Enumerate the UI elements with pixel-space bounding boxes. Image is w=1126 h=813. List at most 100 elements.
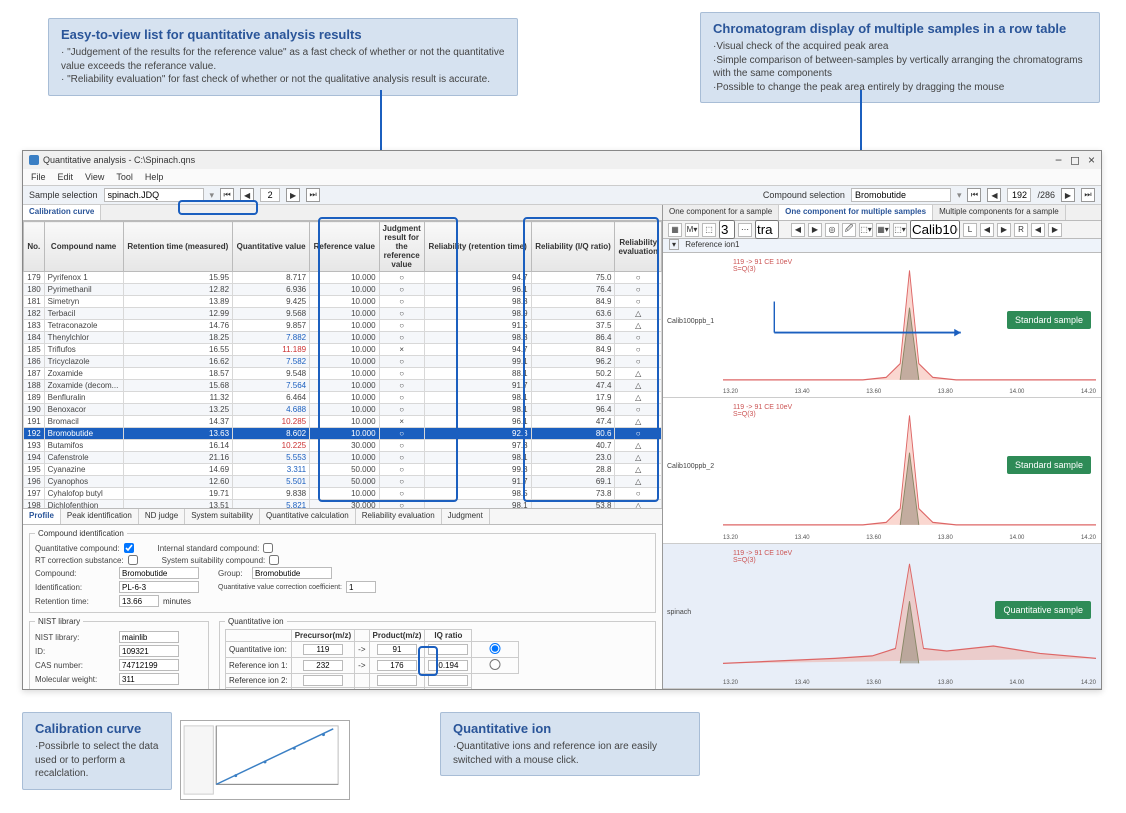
tool-button[interactable]: ▦▾: [876, 223, 890, 237]
lower-tab[interactable]: Reliability evaluation: [356, 509, 442, 524]
column-header[interactable]: No.: [24, 222, 45, 272]
maximize-button[interactable]: ◻: [1070, 153, 1080, 167]
qi-input[interactable]: [377, 644, 417, 655]
tool-button[interactable]: ◎: [825, 223, 839, 237]
nist-lib-input[interactable]: [119, 631, 179, 643]
table-row[interactable]: 188Zoxamide (decom...15.687.56410.000○91…: [24, 380, 662, 392]
table-row[interactable]: 192Bromobutide13.638.60210.000○92.380.6○: [24, 428, 662, 440]
table-row[interactable]: 195Cyanazine14.693.31150.000○99.328.8△: [24, 464, 662, 476]
menu-view[interactable]: View: [85, 172, 104, 182]
column-header[interactable]: Reference value: [310, 222, 379, 272]
cmpd-page-input[interactable]: [1007, 188, 1031, 202]
chrom-cell-2[interactable]: 119 -> 91 CE 10eVS=Q(3) Calib100ppb_2 St…: [663, 398, 1101, 543]
table-row[interactable]: 193Butamifos16.1410.22530.000○97.340.7△: [24, 440, 662, 452]
chrom-cell-1[interactable]: 119 -> 91 CE 10eVS=Q(3) Calib100ppb_1 St…: [663, 253, 1101, 398]
qi-input[interactable]: [303, 675, 343, 686]
group-input[interactable]: [252, 567, 332, 579]
qi-input[interactable]: [428, 644, 468, 655]
identification-input[interactable]: [119, 581, 199, 593]
qi-input[interactable]: [377, 675, 417, 686]
column-header[interactable]: Reliability (retention time): [424, 222, 531, 272]
tool-button[interactable]: ⬚: [702, 223, 716, 237]
column-header[interactable]: Reliability (I/Q ratio): [531, 222, 615, 272]
table-row[interactable]: 187Zoxamide18.579.54810.000○88.150.2△: [24, 368, 662, 380]
page-input[interactable]: [260, 188, 280, 202]
right-tab[interactable]: One component for a sample: [663, 205, 779, 220]
table-row[interactable]: 190Benoxacor13.254.68810.000○98.196.4○: [24, 404, 662, 416]
nav-first-button[interactable]: ⏮: [220, 188, 234, 202]
column-header[interactable]: Compound name: [44, 222, 123, 272]
cmpd-nav-next-button[interactable]: ▶: [1061, 188, 1075, 202]
qi-radio[interactable]: [475, 659, 515, 670]
zoom-input[interactable]: [755, 220, 779, 239]
retention-time-input[interactable]: [119, 595, 159, 607]
qi-radio[interactable]: [475, 643, 515, 654]
internal-std-checkbox[interactable]: [263, 543, 273, 553]
sample-selection-input[interactable]: [104, 188, 204, 202]
table-row[interactable]: 183Tetraconazole14.769.85710.000○91.537.…: [24, 320, 662, 332]
qi-input[interactable]: [303, 660, 343, 671]
collapse-icon[interactable]: ▾: [669, 239, 679, 250]
lower-tab[interactable]: Judgment: [442, 509, 490, 524]
tab-calibration-curve[interactable]: Calibration curve: [23, 205, 101, 220]
compound-input[interactable]: [119, 567, 199, 579]
nav-next-button[interactable]: ▶: [997, 223, 1011, 237]
qvcf-input[interactable]: [346, 581, 376, 593]
qi-input[interactable]: [428, 660, 468, 671]
nav-button[interactable]: ◀: [791, 223, 805, 237]
cmpd-nav-first-button[interactable]: ⏮: [967, 188, 981, 202]
right-tab[interactable]: Multiple components for a sample: [933, 205, 1066, 220]
results-grid-scroll[interactable]: No.Compound nameRetention time (measured…: [23, 221, 662, 508]
menu-file[interactable]: File: [31, 172, 46, 182]
table-row[interactable]: 197Cyhalofop butyl19.719.83810.000○98.57…: [24, 488, 662, 500]
nav-button[interactable]: ▶: [808, 223, 822, 237]
right-tab[interactable]: One component for multiple samples: [779, 205, 933, 220]
sys-suit-checkbox[interactable]: [269, 555, 279, 565]
qi-input[interactable]: [428, 675, 468, 686]
table-row[interactable]: 186Tricyclazole16.627.58210.000○99.196.2…: [24, 356, 662, 368]
nav-next2-button[interactable]: ▶: [1048, 223, 1062, 237]
cmpd-nav-last-button[interactable]: ⏭: [1081, 188, 1095, 202]
menu-tool[interactable]: Tool: [116, 172, 133, 182]
nav-last-button[interactable]: ⏭: [306, 188, 320, 202]
tool-button[interactable]: ⬚▾: [859, 223, 873, 237]
column-header[interactable]: Reliability evaluation: [615, 222, 662, 272]
nav-r-button[interactable]: R: [1014, 223, 1028, 237]
menu-edit[interactable]: Edit: [58, 172, 74, 182]
lower-tab[interactable]: System suitability: [185, 509, 260, 524]
qi-input[interactable]: [377, 660, 417, 671]
column-header[interactable]: Judgment result for the reference value: [379, 222, 424, 272]
lower-tab[interactable]: Profile: [23, 509, 61, 524]
cas-input[interactable]: [119, 659, 179, 671]
table-row[interactable]: 179Pyrifenox 115.958.71710.000○94.775.0○: [24, 272, 662, 284]
qi-input[interactable]: [303, 644, 343, 655]
table-row[interactable]: 181Simetryn13.899.42510.000○98.384.9○: [24, 296, 662, 308]
calib-select[interactable]: [910, 220, 960, 239]
rt-corr-checkbox[interactable]: [128, 555, 138, 565]
mw-input[interactable]: [119, 673, 179, 685]
lower-tab[interactable]: Peak identification: [61, 509, 139, 524]
table-row[interactable]: 184Thenylchlor18.257.88210.000○98.386.4○: [24, 332, 662, 344]
column-header[interactable]: Retention time (measured): [123, 222, 233, 272]
minimize-button[interactable]: −: [1055, 153, 1062, 167]
column-header[interactable]: Quantitative value: [233, 222, 310, 272]
table-row[interactable]: 180Pyrimethanil12.826.93610.000○96.176.4…: [24, 284, 662, 296]
table-row[interactable]: 198Dichlofenthion13.515.82130.000○98.153…: [24, 500, 662, 509]
menu-help[interactable]: Help: [145, 172, 164, 182]
lower-tab[interactable]: Quantitative calculation: [260, 509, 356, 524]
tool-button[interactable]: ▦: [668, 223, 682, 237]
nav-prev-button[interactable]: ◀: [980, 223, 994, 237]
quant-compound-checkbox[interactable]: [124, 543, 134, 553]
tool-button[interactable]: M▾: [685, 223, 699, 237]
table-row[interactable]: 185Triflufos16.5511.18910.000×94.784.9○: [24, 344, 662, 356]
close-button[interactable]: ×: [1088, 153, 1095, 167]
lower-tab[interactable]: ND judge: [139, 509, 185, 524]
nist-id-input[interactable]: [119, 645, 179, 657]
table-row[interactable]: 196Cyanophos12.605.50150.000○91.769.1△: [24, 476, 662, 488]
nav-l-button[interactable]: L: [963, 223, 977, 237]
cmpd-nav-prev-button[interactable]: ◀: [987, 188, 1001, 202]
table-row[interactable]: 191Bromacil14.3710.28510.000×96.147.4△: [24, 416, 662, 428]
grid-count-input[interactable]: [719, 220, 735, 239]
tool-button[interactable]: ⬚▾: [893, 223, 907, 237]
table-row[interactable]: 194Cafenstrole21.165.55310.000○98.123.0△: [24, 452, 662, 464]
